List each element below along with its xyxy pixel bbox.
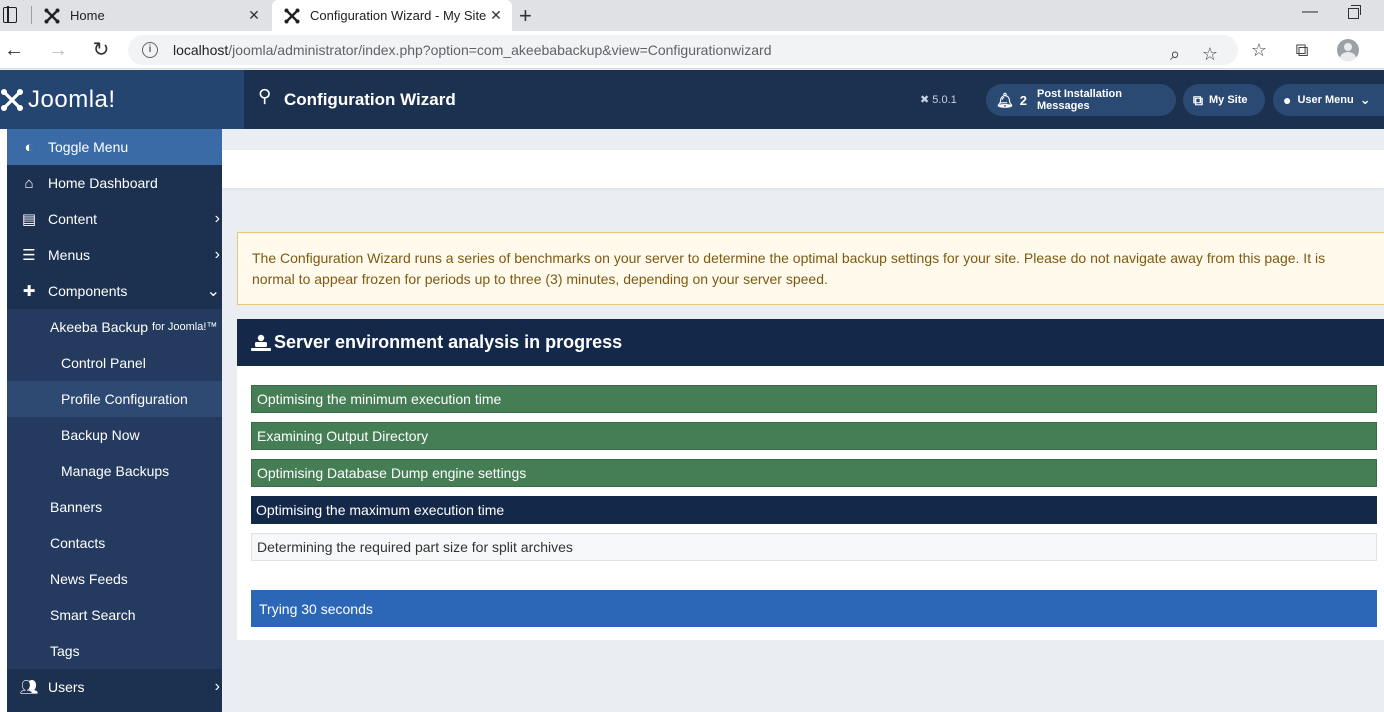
sidebar-item-smart-search[interactable]: Smart Search <box>7 597 222 633</box>
sidebar-item-label: Toggle Menu <box>48 139 129 155</box>
sidebar-item-toggle-menu[interactable]: ◐ Toggle Menu <box>7 129 222 165</box>
tab-title: Configuration Wizard - My Site - <box>310 8 486 23</box>
sidebar-item-label: Content <box>48 211 98 227</box>
sidebar-item-label: News Feeds <box>50 571 128 587</box>
user-menu-button[interactable]: ● User Menu ⌄ <box>1273 84 1384 116</box>
toolbar <box>222 150 1384 188</box>
joomla-logo-icon <box>1 88 23 111</box>
sidebar-item-contacts[interactable]: Contacts <box>7 525 222 561</box>
minimize-icon[interactable]: — <box>1302 3 1318 21</box>
version-badge: ✖ 5.0.1 <box>920 94 957 106</box>
sidebar-item-profile-configuration[interactable]: Profile Configuration <box>7 381 222 417</box>
list-icon: ☰ <box>22 247 36 264</box>
chevron-down-icon: ⌄ <box>206 283 220 300</box>
sidebar-item-news-feeds[interactable]: News Feeds <box>7 561 222 597</box>
reload-icon[interactable]: ↻ <box>89 38 113 62</box>
info-icon[interactable]: i <box>142 42 158 58</box>
notification-count: 2 <box>1019 92 1028 108</box>
joomla-favicon-icon <box>284 8 300 24</box>
tab-list-icon[interactable] <box>3 6 17 23</box>
sidebar-item-tags[interactable]: Tags <box>7 633 222 669</box>
akeeba-suffix: for Joomla!™ <box>151 321 218 333</box>
sidebar-item-manage-backups[interactable]: Manage Backups <box>7 453 222 489</box>
browser-tab-home[interactable]: Home ✕ <box>32 0 270 31</box>
toggle-icon: ◐ <box>24 138 34 156</box>
sidebar-item-label: Akeeba Backup <box>50 319 149 335</box>
external-link-icon: ⧉ <box>1193 91 1203 108</box>
step-item: Optimising Database Dump engine settings <box>251 459 1377 487</box>
new-tab-icon[interactable]: + <box>519 3 532 29</box>
sidebar-item-content[interactable]: ▤ Content › <box>7 201 222 237</box>
step-item: Optimising the minimum execution time <box>251 385 1377 413</box>
sidebar-item-label: Components <box>48 283 128 299</box>
chevron-right-icon: › <box>214 678 220 695</box>
sidebar-item-banners[interactable]: Banners <box>7 489 222 525</box>
logo-text: Joomla! <box>28 85 116 113</box>
chevron-down-icon: ⌄ <box>1359 92 1371 107</box>
sidebar-item-control-panel[interactable]: Control Panel <box>7 345 222 381</box>
zoom-icon[interactable]: ⌕ <box>1163 42 1187 66</box>
home-icon: ⌂ <box>24 174 34 192</box>
puzzle-icon: ✚ <box>22 283 36 300</box>
chevron-right-icon: › <box>214 210 220 227</box>
card-title: Server environment analysis in progress <box>274 332 623 352</box>
status-message: Trying 30 seconds <box>251 590 1377 627</box>
analysis-card: Server environment analysis in progress … <box>237 319 1384 640</box>
sidebar-item-label: Control Panel <box>61 355 146 371</box>
step-item: Examining Output Directory <box>251 422 1377 450</box>
sidebar-item-label: Home Dashboard <box>48 175 158 191</box>
sidebar-item-label: Manage Backups <box>61 463 170 479</box>
close-icon[interactable]: ✕ <box>486 7 506 24</box>
profile-avatar-icon[interactable] <box>1337 39 1359 61</box>
my-site-label: My Site <box>1209 94 1248 106</box>
sidebar-item-label: Smart Search <box>50 607 136 623</box>
collections-icon[interactable]: ⧉ <box>1290 38 1314 62</box>
card-header: Server environment analysis in progress <box>237 319 1384 366</box>
back-arrow-icon[interactable]: ← <box>2 38 26 62</box>
user-circle-icon: ● <box>1283 92 1292 108</box>
url-text: localhost/joomla/administrator/index.php… <box>173 42 772 58</box>
sidebar-item-components[interactable]: ✚ Components ⌄ <box>7 273 222 309</box>
browser-tab-configuration-wizard[interactable]: Configuration Wizard - My Site - ✕ <box>272 0 512 31</box>
sidebar-item-akeeba-backup[interactable]: Akeeba Backup for Joomla!™ <box>7 309 222 345</box>
step-item-pending: Determining the required part size for s… <box>251 533 1377 561</box>
sidebar-item-menus[interactable]: ☰ Menus › <box>7 237 222 273</box>
joomla-logo[interactable]: Joomla! <box>0 70 244 129</box>
sidebar-edge <box>0 129 7 712</box>
browser-address-bar: ← → ↻ i localhost/joomla/administrator/i… <box>0 31 1384 69</box>
my-site-button[interactable]: ⧉ My Site <box>1183 84 1265 116</box>
admin-header: Joomla! ⚲ Configuration Wizard ✖ 5.0.1 🔔… <box>0 70 1384 129</box>
post-installation-label: Post Installation Messages <box>1037 88 1122 112</box>
favorites-icon[interactable]: ☆ <box>1247 38 1271 62</box>
warning-alert: The Configuration Wizard runs a series o… <box>237 232 1384 305</box>
tab-title: Home <box>70 8 105 23</box>
sidebar-item-label: Tags <box>50 643 80 659</box>
file-icon: ▤ <box>21 211 37 228</box>
sidebar-item-label: Contacts <box>50 535 106 551</box>
page-title: Configuration Wizard <box>284 90 456 109</box>
close-icon[interactable]: ✕ <box>244 7 264 24</box>
wand-icon: ⚲ <box>258 86 272 106</box>
bell-icon: 🔔︎ <box>996 91 1014 108</box>
chevron-right-icon: › <box>214 246 220 263</box>
users-icon: 👥︎ <box>19 679 39 696</box>
sidebar-item-backup-now[interactable]: Backup Now <box>7 417 222 453</box>
sidebar-item-label: Banners <box>50 499 103 515</box>
restore-icon[interactable] <box>1348 5 1361 19</box>
server-analysis-icon <box>251 334 271 351</box>
sidebar-item-users[interactable]: 👥︎ Users › <box>7 669 222 705</box>
browser-tab-bar: Home ✕ Configuration Wizard - My Site - … <box>0 0 1384 31</box>
sidebar-item-label: Profile Configuration <box>61 391 188 407</box>
step-item-current: Optimising the maximum execution time <box>251 496 1377 524</box>
url-field[interactable]: i localhost/joomla/administrator/index.p… <box>128 35 1238 65</box>
sidebar-item-label: Menus <box>48 247 91 263</box>
user-menu-label: User Menu <box>1297 94 1354 106</box>
sidebar-item-label: Backup Now <box>61 427 140 443</box>
sidebar-item-label: Users <box>48 679 85 695</box>
sidebar-item-home-dashboard[interactable]: ⌂ Home Dashboard <box>7 165 222 201</box>
post-installation-messages-button[interactable]: 🔔︎ 2 Post Installation Messages <box>986 84 1176 116</box>
joomla-favicon-icon <box>44 8 60 24</box>
forward-arrow-icon[interactable]: → <box>46 38 70 62</box>
add-favorite-icon[interactable]: ☆ <box>1198 42 1222 66</box>
